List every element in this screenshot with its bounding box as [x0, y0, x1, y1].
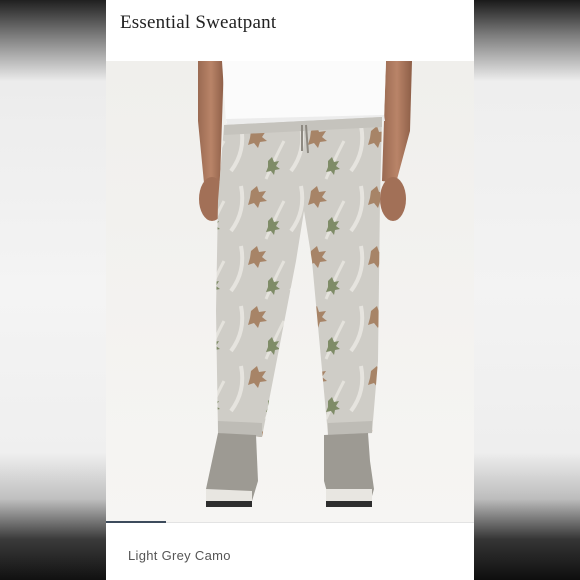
- color-name: Light Grey Camo: [128, 548, 231, 563]
- product-card: Essential Sweatpant Light Grey Camo: [106, 0, 474, 580]
- left-blur-border: [0, 0, 106, 580]
- carousel-indicator[interactable]: [106, 521, 166, 523]
- product-image[interactable]: [106, 61, 474, 523]
- right-blur-border: [474, 0, 580, 580]
- product-photo-illustration: [106, 61, 474, 523]
- product-title: Essential Sweatpant: [120, 12, 277, 33]
